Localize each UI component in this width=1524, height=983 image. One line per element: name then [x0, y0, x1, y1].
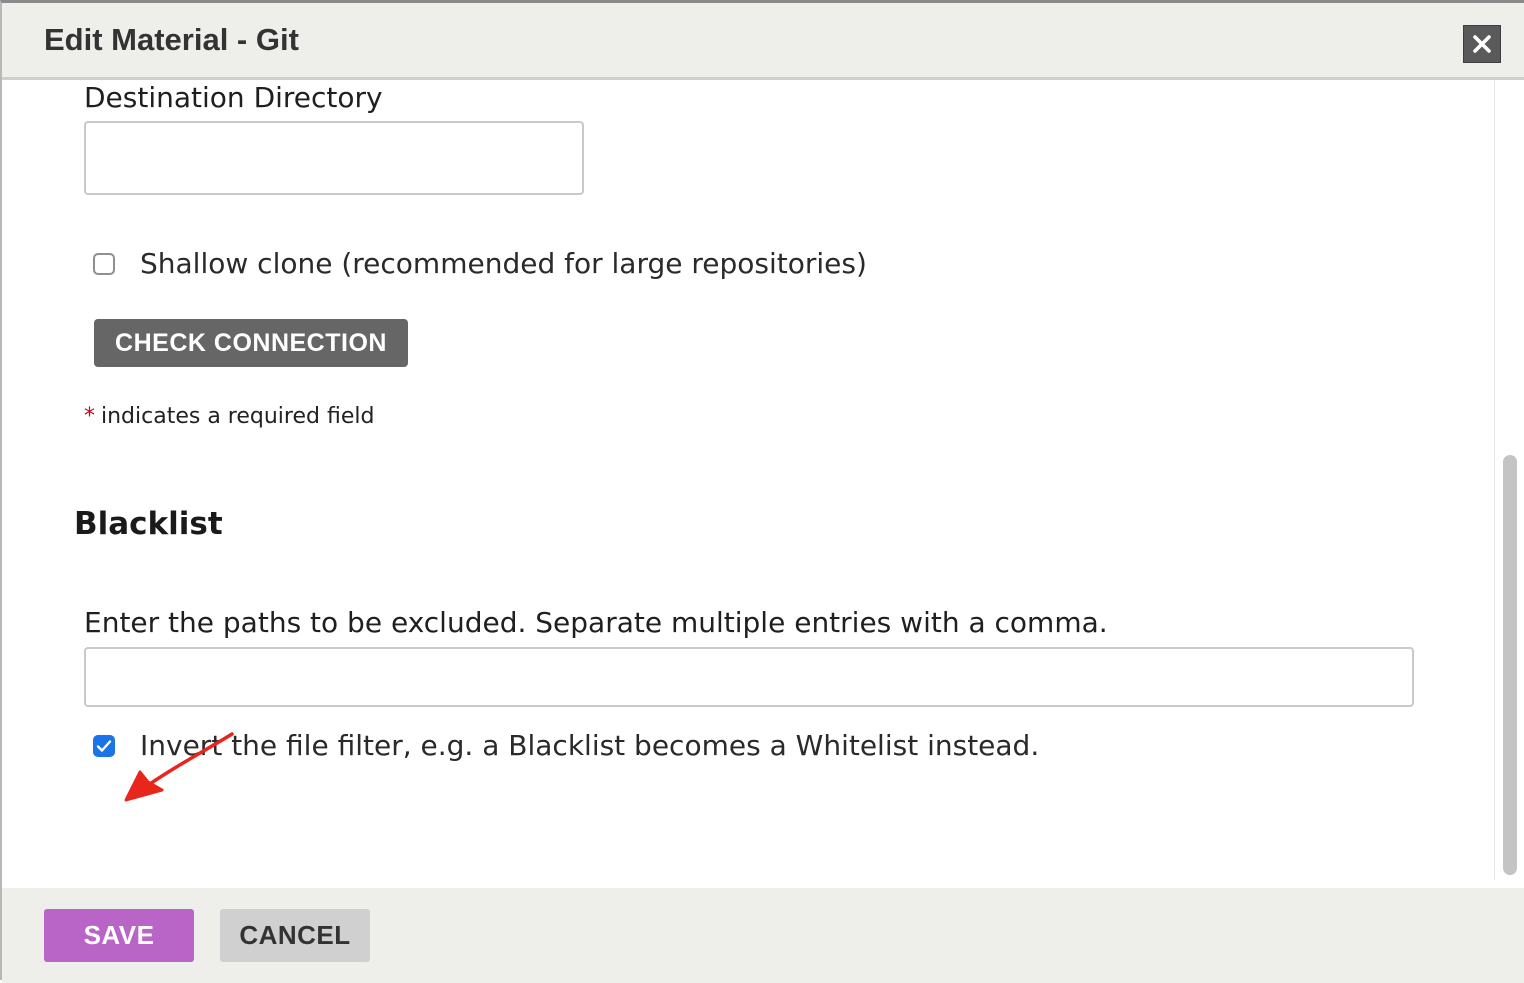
modal-header: Edit Material - Git: [2, 3, 1524, 80]
modal-title: Edit Material - Git: [44, 22, 299, 57]
shallow-clone-label: Shallow clone (recommended for large rep…: [140, 247, 867, 280]
scrollbar-thumb[interactable]: [1503, 455, 1517, 875]
scrollbar[interactable]: [1494, 80, 1524, 880]
blacklist-paths-input[interactable]: [84, 647, 1414, 707]
modal-footer: SAVE CANCEL: [2, 888, 1524, 983]
invert-filter-label: Invert the file filter, e.g. a Blacklist…: [140, 729, 1040, 762]
checkmark-icon: [96, 740, 112, 752]
destination-directory-input[interactable]: [84, 121, 584, 195]
close-icon: [1473, 35, 1491, 53]
edit-material-modal: Edit Material - Git Destination Director…: [0, 0, 1524, 983]
red-arrow-icon: [124, 732, 234, 802]
required-note-text: indicates a required field: [101, 404, 375, 429]
destination-directory-label: Destination Directory: [84, 81, 383, 114]
required-field-note: * indicates a required field: [84, 404, 374, 429]
blacklist-instructions: Enter the paths to be excluded. Separate…: [84, 606, 1108, 639]
cancel-button[interactable]: CANCEL: [220, 909, 370, 962]
save-button[interactable]: SAVE: [44, 909, 194, 962]
close-button[interactable]: [1463, 25, 1501, 63]
check-connection-button[interactable]: CHECK CONNECTION: [94, 319, 408, 367]
shallow-clone-checkbox[interactable]: [93, 253, 115, 275]
modal-body: Destination Directory Shallow clone (rec…: [2, 80, 1524, 888]
invert-filter-checkbox[interactable]: [93, 735, 115, 757]
required-star: *: [84, 404, 95, 429]
blacklist-heading: Blacklist: [74, 506, 223, 542]
